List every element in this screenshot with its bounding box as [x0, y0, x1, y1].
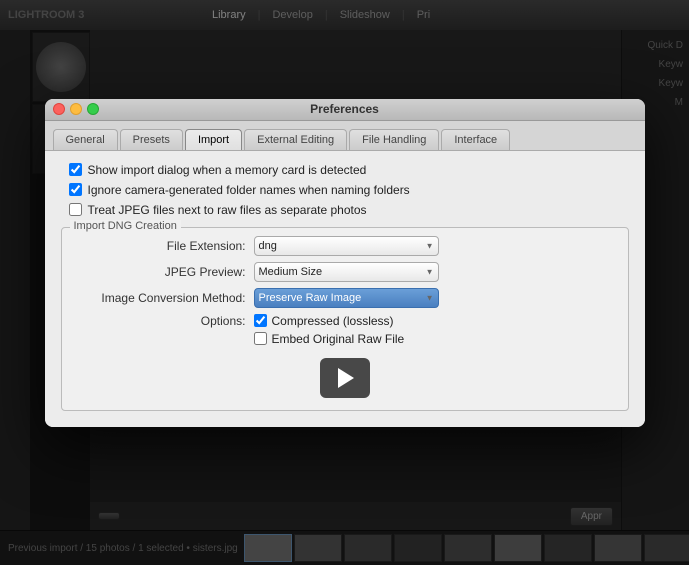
- file-extension-row: File Extension: dng: [74, 236, 616, 256]
- tab-file-handling[interactable]: File Handling: [349, 129, 439, 150]
- image-conversion-select[interactable]: Preserve Raw Image: [254, 288, 439, 308]
- image-conversion-row: Image Conversion Method: Preserve Raw Im…: [74, 288, 616, 308]
- window-close-button[interactable]: [53, 103, 65, 115]
- window-minimize-button[interactable]: [70, 103, 82, 115]
- file-extension-select-wrapper: dng: [254, 236, 439, 256]
- image-conversion-label: Image Conversion Method:: [74, 291, 254, 305]
- checkbox-row-1: Show import dialog when a memory card is…: [61, 163, 629, 177]
- checkbox-memory-card[interactable]: [69, 163, 82, 176]
- options-compressed-row: Options: Compressed (lossless): [74, 314, 616, 328]
- preferences-dialog: Preferences General Presets Import Exter…: [45, 99, 645, 427]
- jpeg-preview-select-wrapper: Medium Size: [254, 262, 439, 282]
- tab-interface[interactable]: Interface: [441, 129, 510, 150]
- file-extension-label: File Extension:: [74, 239, 254, 253]
- checkbox-embed-raw[interactable]: [254, 332, 267, 345]
- tab-general[interactable]: General: [53, 129, 118, 150]
- options-embed-row: Embed Original Raw File: [74, 332, 616, 346]
- dng-group-label: Import DNG Creation: [70, 220, 181, 232]
- checkbox-label-1: Show import dialog when a memory card is…: [88, 163, 367, 177]
- options-compressed-check-row: Compressed (lossless): [254, 314, 394, 328]
- checkbox-compressed[interactable]: [254, 314, 267, 327]
- prefs-titlebar: Preferences: [45, 99, 645, 121]
- checkbox-label-2: Ignore camera-generated folder names whe…: [88, 183, 410, 197]
- file-extension-select[interactable]: dng: [254, 236, 439, 256]
- checkbox-embed-label: Embed Original Raw File: [272, 332, 405, 346]
- checkbox-row-2: Ignore camera-generated folder names whe…: [61, 183, 629, 197]
- prefs-dialog-title: Preferences: [310, 102, 379, 116]
- tab-presets[interactable]: Presets: [120, 129, 183, 150]
- modal-overlay: Preferences General Presets Import Exter…: [0, 0, 689, 565]
- options-label: Options:: [74, 314, 254, 328]
- checkbox-folder-names[interactable]: [69, 183, 82, 196]
- dng-creation-group: Import DNG Creation File Extension: dng …: [61, 227, 629, 411]
- play-button[interactable]: [320, 358, 370, 398]
- jpeg-preview-label: JPEG Preview:: [74, 265, 254, 279]
- checkbox-treat-jpeg[interactable]: [69, 203, 82, 216]
- options-embed-check-row: Embed Original Raw File: [254, 332, 405, 346]
- checkbox-row-3: Treat JPEG files next to raw files as se…: [61, 203, 629, 217]
- checkbox-compressed-label: Compressed (lossless): [272, 314, 394, 328]
- window-controls: [53, 103, 99, 115]
- checkbox-label-3: Treat JPEG files next to raw files as se…: [88, 203, 367, 217]
- play-triangle-icon: [338, 368, 354, 388]
- video-container: [74, 358, 616, 398]
- jpeg-preview-row: JPEG Preview: Medium Size: [74, 262, 616, 282]
- prefs-tab-bar: General Presets Import External Editing …: [45, 121, 645, 151]
- jpeg-preview-select[interactable]: Medium Size: [254, 262, 439, 282]
- tab-external-editing[interactable]: External Editing: [244, 129, 347, 150]
- prefs-content: Show import dialog when a memory card is…: [45, 151, 645, 427]
- tab-import[interactable]: Import: [185, 129, 242, 150]
- image-conversion-select-wrapper: Preserve Raw Image: [254, 288, 439, 308]
- window-maximize-button[interactable]: [87, 103, 99, 115]
